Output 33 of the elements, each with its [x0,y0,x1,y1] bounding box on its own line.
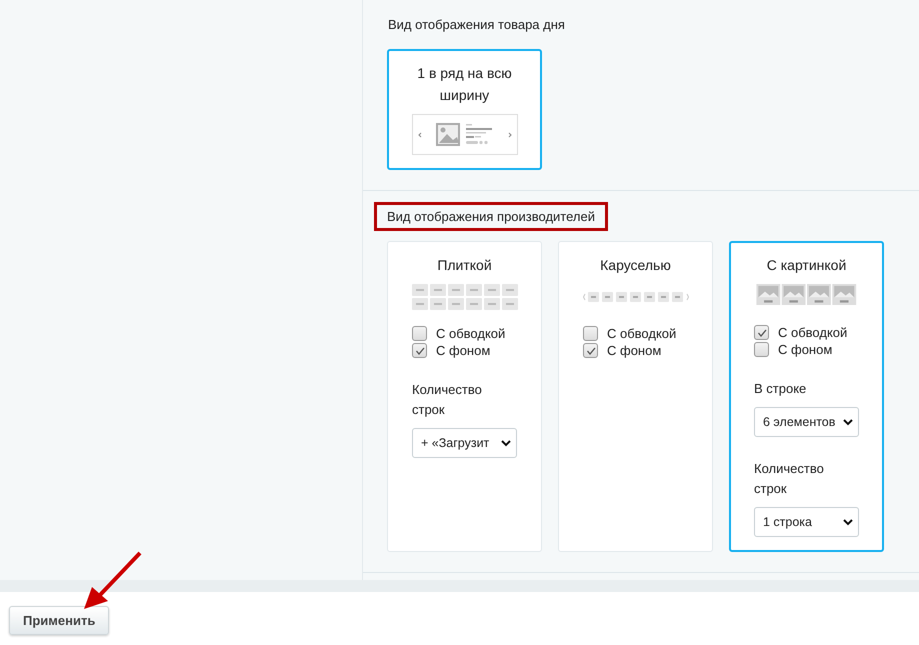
checkbox[interactable] [412,343,427,358]
dropdown[interactable]: 6 элементов [754,407,859,437]
checkbox[interactable] [583,343,598,358]
caret-icon [843,418,853,426]
carousel-preview-icon [582,291,688,303]
checkbox-label: С фоном [607,343,662,358]
checkbox-label: С фоном [436,343,490,358]
field-label: В строке [754,380,808,398]
layout-option-card[interactable]: 1 в ряд на всю ширину [387,49,542,170]
checkbox-label: С обводкой [607,326,676,341]
tiles-preview-icon [412,284,518,310]
caret-icon [501,440,511,446]
dropdown[interactable]: 1 строка [754,507,859,537]
caret-icon [843,518,853,526]
dropdown[interactable]: + «Загрузит [412,428,517,458]
checkbox[interactable] [754,325,769,340]
preview-icon [412,114,518,155]
apply-button[interactable]: Применить [9,606,110,635]
field-label: Количество строк [412,381,483,419]
checkbox-label: С фоном [778,342,832,357]
checkbox[interactable] [754,342,769,357]
checkbox[interactable] [412,326,427,341]
checkbox-label: С обводкой [436,326,506,341]
layout-option-card[interactable]: С картинкой С обводкой С фоном В строке 6 элементов Количество строк 1 строка [729,241,884,552]
checkbox-label: С обводкой [778,325,848,340]
field-label: Количество строк [754,460,825,498]
checkbox[interactable] [583,326,598,341]
section-title: Вид отображения товара дня [388,16,565,34]
checkmark-icon [586,346,596,356]
checkmark-icon [414,346,424,356]
layout-option-card[interactable]: Каруселью С обводкой С фоном [558,241,713,552]
layout-option-card[interactable]: Плиткой С обводкой С фоном Количество строк + «Загрузит [387,241,542,552]
checkmark-icon [756,328,766,338]
